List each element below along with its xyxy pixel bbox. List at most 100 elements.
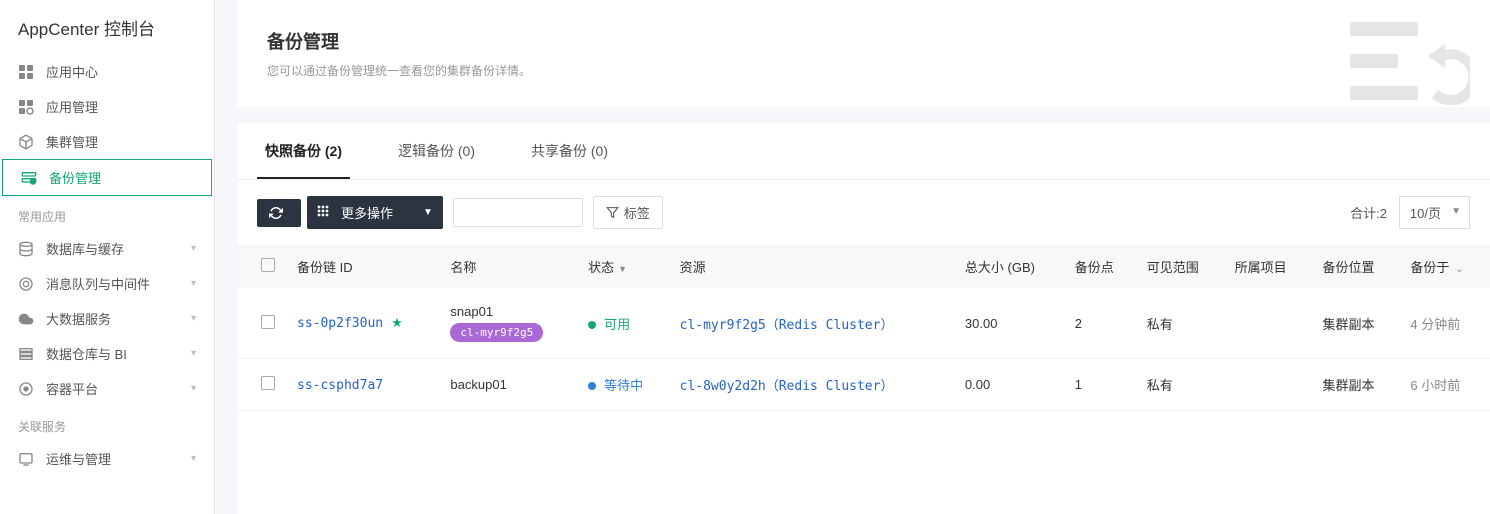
tab[interactable]: 快照备份 (2): [257, 123, 350, 179]
col-location[interactable]: 备份位置: [1313, 245, 1401, 288]
mq-icon: [18, 276, 34, 292]
resource-link[interactable]: cl-8w0y2d2h（Redis Cluster）: [680, 379, 894, 394]
cell-visibility: 私有: [1137, 359, 1225, 411]
page-title: 备份管理: [267, 28, 1460, 54]
row-checkbox[interactable]: [261, 376, 275, 390]
nav-label: 数据仓库与 BI: [46, 344, 191, 363]
warehouse-icon: [18, 346, 34, 362]
status-dot-icon: [588, 382, 596, 390]
search-input[interactable]: [453, 198, 583, 227]
nav-item-ops[interactable]: 运维与管理▾: [0, 441, 214, 476]
nav-section-title: 常用应用: [0, 196, 214, 231]
sidebar: AppCenter 控制台 应用中心应用管理集群管理备份管理 常用应用数据库与缓…: [0, 0, 215, 514]
grid-gear-icon: [18, 99, 34, 115]
chevron-down-icon: ▾: [191, 278, 196, 289]
cell-points: 1: [1065, 359, 1137, 411]
backup-icon: [21, 170, 37, 186]
ops-icon: [18, 451, 34, 467]
cell-size: 0.00: [955, 359, 1065, 411]
refresh-button[interactable]: [257, 199, 301, 227]
cell-project: [1225, 359, 1313, 411]
nav-label: 大数据服务: [46, 309, 191, 328]
tabs: 快照备份 (2) 逻辑备份 (0) 共享备份 (0): [237, 123, 1490, 180]
status-dot-icon: [588, 321, 596, 329]
row-checkbox[interactable]: [261, 315, 275, 329]
db-icon: [18, 241, 34, 257]
chevron-down-icon: ▾: [191, 243, 196, 254]
page-size-select[interactable]: 10/页 ▼: [1399, 196, 1470, 229]
table-header-row: 备份链 ID 名称 状态▼ 资源 总大小 (GB) 备份点 可见范围 所属项目 …: [237, 245, 1490, 288]
page-header: 备份管理 您可以通过备份管理统一查看您的集群备份详情。: [237, 0, 1490, 107]
content-card: 快照备份 (2) 逻辑备份 (0) 共享备份 (0) 更多操作 ▼ 标签 合计:2: [237, 123, 1490, 514]
nav-label: 集群管理: [46, 132, 196, 151]
nav-label: 数据库与缓存: [46, 239, 191, 258]
backup-id-link[interactable]: ss-csphd7a7: [297, 378, 383, 393]
col-project[interactable]: 所属项目: [1225, 245, 1313, 288]
col-points[interactable]: 备份点: [1065, 245, 1137, 288]
nav-item-db[interactable]: 数据库与缓存▾: [0, 231, 214, 266]
backup-id-link[interactable]: ss-0p2f30un: [297, 316, 383, 331]
nav-label: 运维与管理: [46, 449, 191, 468]
nav-item-cube[interactable]: 集群管理: [0, 124, 214, 159]
cell-status: 等待中: [578, 359, 670, 411]
cell-location: 集群副本: [1313, 359, 1401, 411]
chevron-down-icon: ⌄: [1455, 264, 1463, 275]
cell-points: 2: [1065, 288, 1137, 359]
toolbar-right: 合计:2 10/页 ▼: [1350, 196, 1470, 229]
cluster-badge: cl-myr9f2g5: [450, 323, 543, 342]
col-resource[interactable]: 资源: [670, 245, 955, 288]
cube-icon: [18, 134, 34, 150]
chevron-down-icon: ▾: [191, 313, 196, 324]
container-icon: [18, 381, 34, 397]
cell-name: snap01cl-myr9f2g5: [440, 288, 578, 359]
nav-label: 消息队列与中间件: [46, 274, 191, 293]
col-time[interactable]: 备份于⌄: [1400, 245, 1490, 288]
tag-filter-label: 标签: [624, 203, 650, 222]
nav-item-grid-gear[interactable]: 应用管理: [0, 89, 214, 124]
more-actions-label: 更多操作: [341, 203, 393, 222]
chevron-down-icon: ▼: [1451, 206, 1461, 217]
grid-dots-icon: [317, 205, 335, 220]
sort-caret-icon: ▼: [618, 264, 627, 274]
table-row: ss-csphd7a7 backup01等待中 cl-8w0y2d2h（Redis …: [237, 359, 1490, 411]
col-id[interactable]: 备份链 ID: [287, 245, 440, 288]
nav-section-title: 关联服务: [0, 406, 214, 441]
col-status[interactable]: 状态▼: [578, 245, 670, 288]
resource-link[interactable]: cl-myr9f2g5（Redis Cluster）: [680, 318, 894, 333]
page-size-value: 10/页: [1410, 206, 1441, 221]
nav-item-warehouse[interactable]: 数据仓库与 BI▾: [0, 336, 214, 371]
col-name[interactable]: 名称: [440, 245, 578, 288]
tab[interactable]: 逻辑备份 (0): [390, 123, 483, 179]
main-area: 备份管理 您可以通过备份管理统一查看您的集群备份详情。 快照备份 (2) 逻辑备份…: [215, 0, 1490, 514]
cell-project: [1225, 288, 1313, 359]
cell-time: 6 小时前: [1400, 359, 1490, 411]
chevron-down-icon: ▾: [191, 348, 196, 359]
tag-filter-button[interactable]: 标签: [593, 196, 663, 229]
bigdata-icon: [18, 311, 34, 327]
cell-status: 可用: [578, 288, 670, 359]
cell-size: 30.00: [955, 288, 1065, 359]
select-all-checkbox[interactable]: [261, 258, 275, 272]
nav-label: 应用管理: [46, 97, 196, 116]
nav-label: 备份管理: [49, 168, 193, 187]
col-size[interactable]: 总大小 (GB): [955, 245, 1065, 288]
total-count-label: 合计:2: [1350, 203, 1387, 222]
nav-item-bigdata[interactable]: 大数据服务▾: [0, 301, 214, 336]
nav-item-mq[interactable]: 消息队列与中间件▾: [0, 266, 214, 301]
cell-visibility: 私有: [1137, 288, 1225, 359]
nav-label: 容器平台: [46, 379, 191, 398]
toolbar: 更多操作 ▼ 标签 合计:2 10/页 ▼: [237, 180, 1490, 245]
nav-item-backup[interactable]: 备份管理: [2, 159, 212, 196]
chevron-down-icon: ▾: [191, 383, 196, 394]
col-visibility[interactable]: 可见范围: [1137, 245, 1225, 288]
star-icon: ★: [391, 315, 403, 330]
backup-table: 备份链 ID 名称 状态▼ 资源 总大小 (GB) 备份点 可见范围 所属项目 …: [237, 245, 1490, 411]
nav-item-container[interactable]: 容器平台▾: [0, 371, 214, 406]
nav-item-grid[interactable]: 应用中心: [0, 54, 214, 89]
more-actions-button[interactable]: 更多操作 ▼: [307, 196, 443, 229]
tab[interactable]: 共享备份 (0): [523, 123, 616, 179]
cell-name: backup01: [440, 359, 578, 411]
header-graphic-icon: [1350, 10, 1470, 107]
chevron-down-icon: ▾: [191, 453, 196, 464]
filter-icon: [606, 206, 619, 219]
